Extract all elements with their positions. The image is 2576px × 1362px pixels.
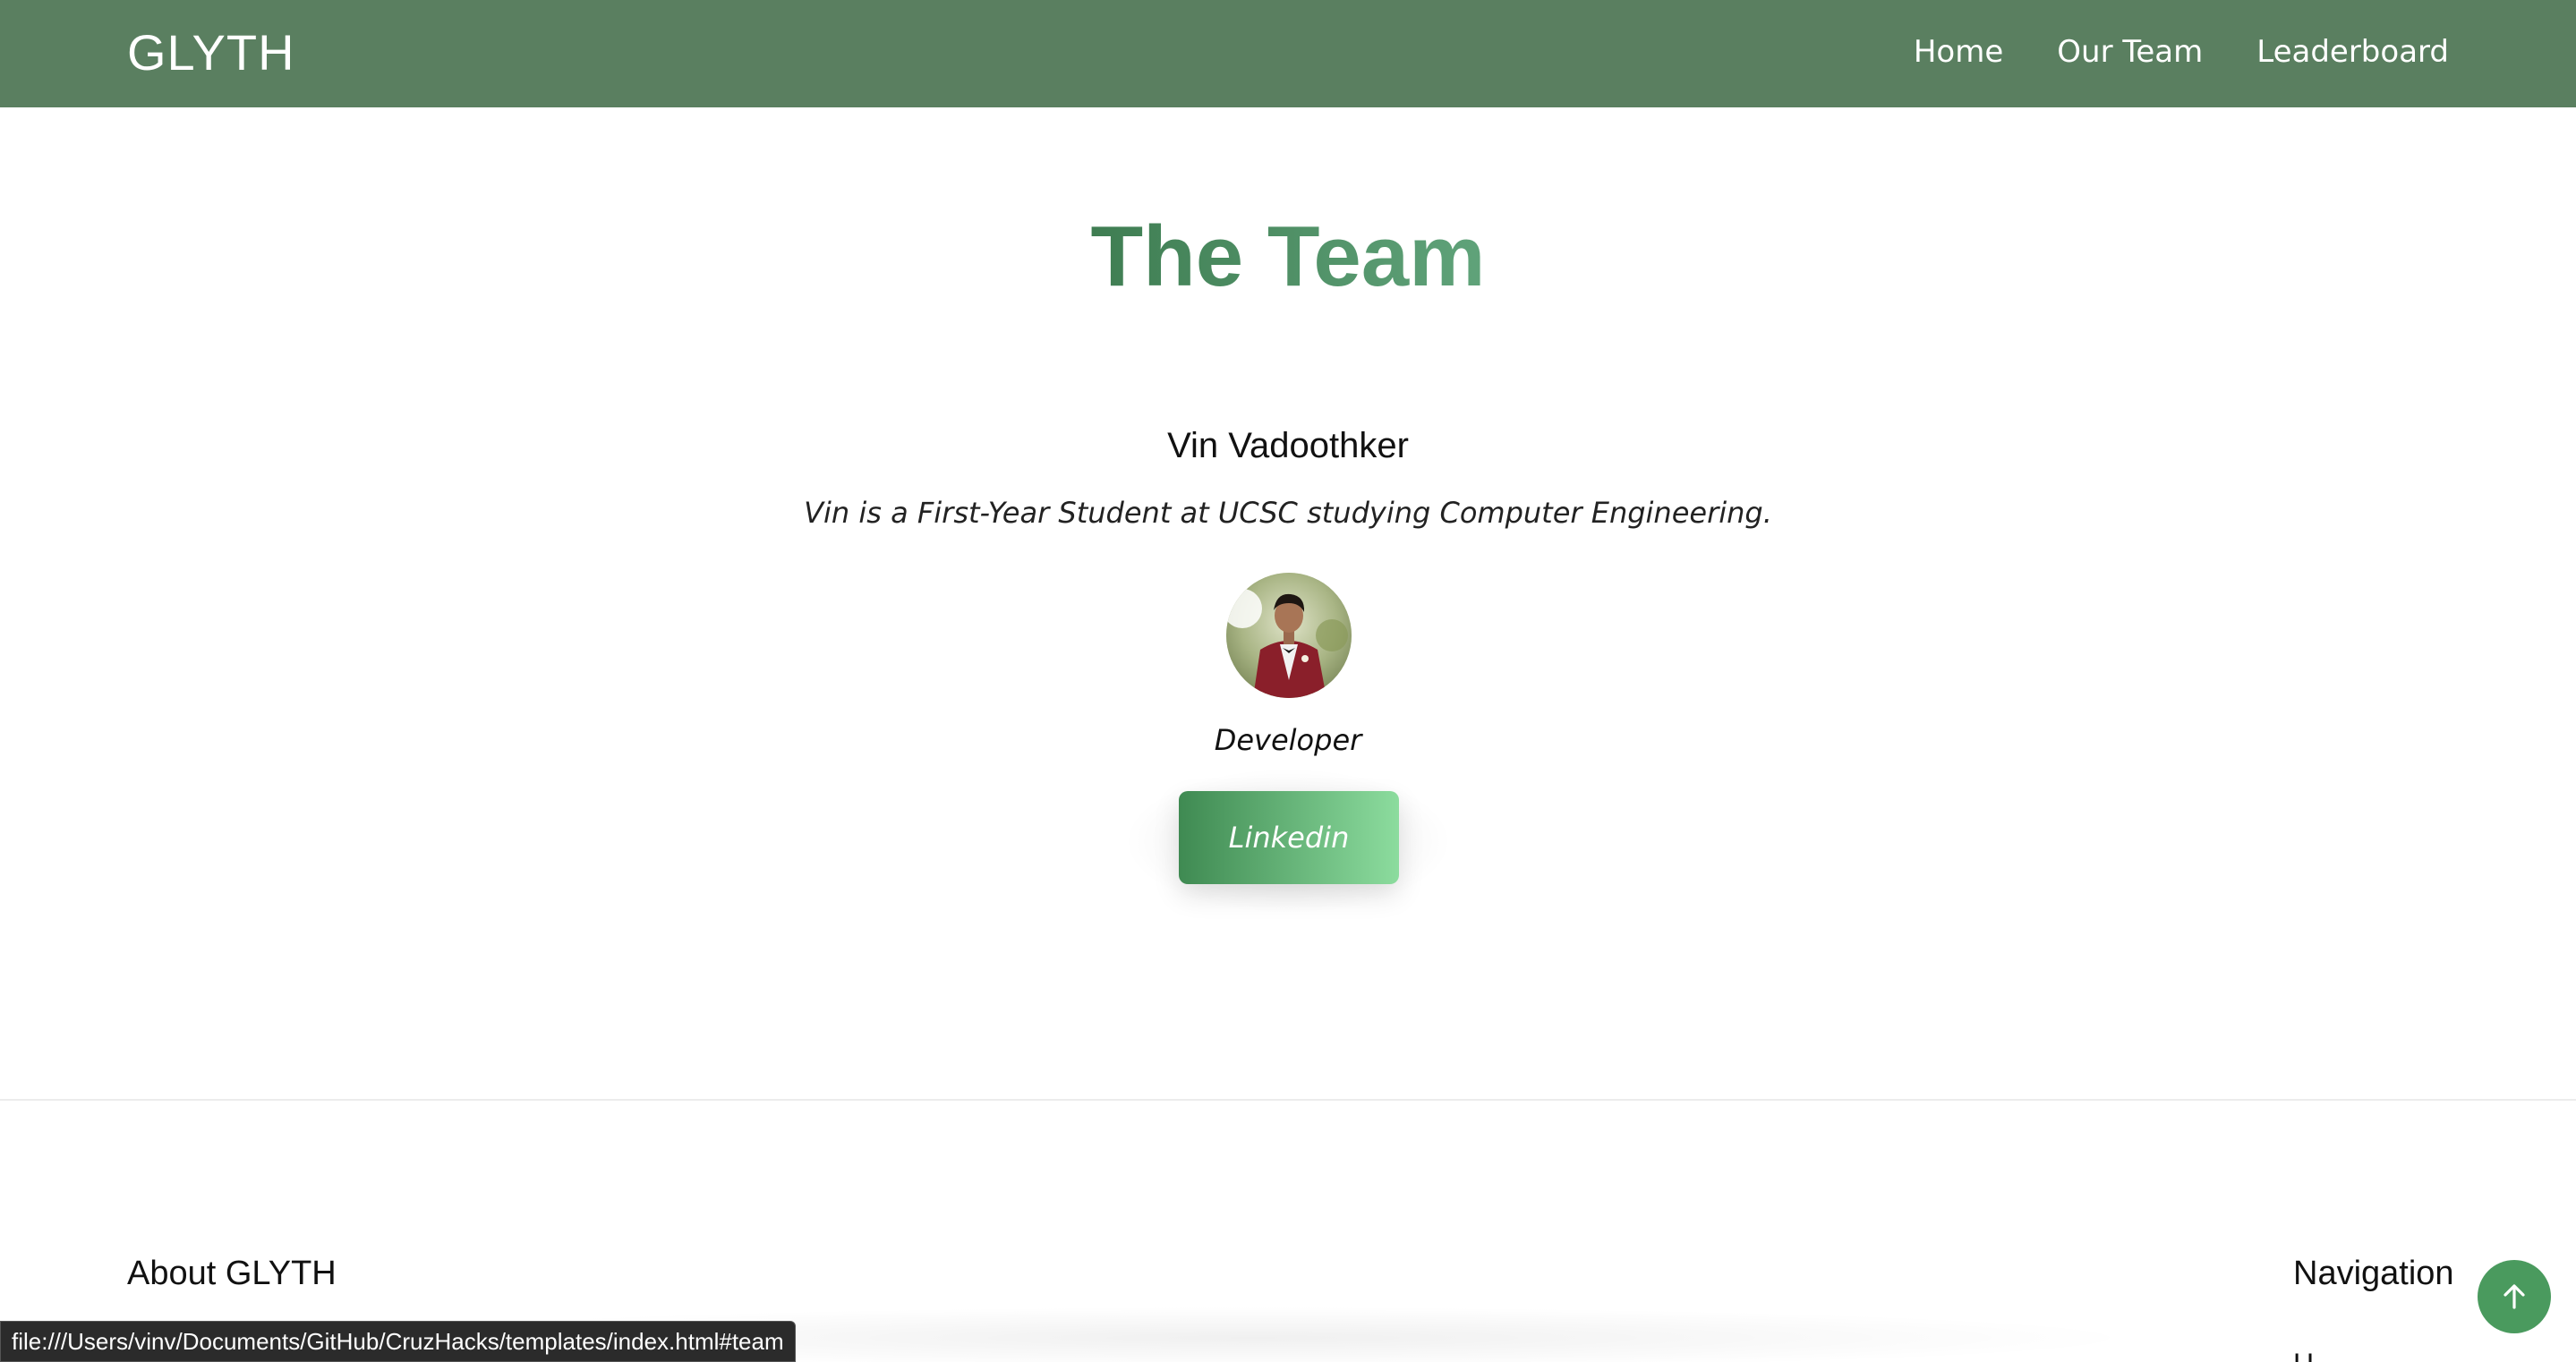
page: GLYTH Home Our Team Leaderboard The Team… [0,0,2576,1362]
nav-link-our-team[interactable]: Our Team [2057,34,2203,70]
member-name: Vin Vadoothker [1167,426,1409,465]
main-nav: Home Our Team Leaderboard [1914,34,2449,70]
scroll-to-top-button[interactable] [2478,1260,2551,1333]
footer-nav-item-home-partial[interactable]: H [2293,1348,2314,1362]
footer-about-heading: About GLYTH [127,1255,337,1292]
team-section-title: The Team [0,208,2576,306]
member-avatar [1226,573,1352,698]
team-title-text: The Team [1090,209,1486,304]
arrow-up-icon [2503,1284,2525,1309]
member-role: Developer [1214,723,1362,757]
member-bio: Vin is a First-Year Student at UCSC stud… [804,496,1772,530]
nav-link-leaderboard[interactable]: Leaderboard [2256,34,2449,70]
nav-link-home[interactable]: Home [1914,34,2003,70]
status-bar-url: file:///Users/vinv/Documents/GitHub/Cruz… [0,1321,796,1362]
footer-navigation-heading: Navigation [2293,1255,2454,1292]
brand-logo[interactable]: GLYTH [127,23,295,81]
footer-divider [0,1099,2576,1101]
site-header: GLYTH Home Our Team Leaderboard [0,0,2576,107]
avatar-photo [1226,573,1352,698]
linkedin-button[interactable]: Linkedin [1179,791,1399,884]
